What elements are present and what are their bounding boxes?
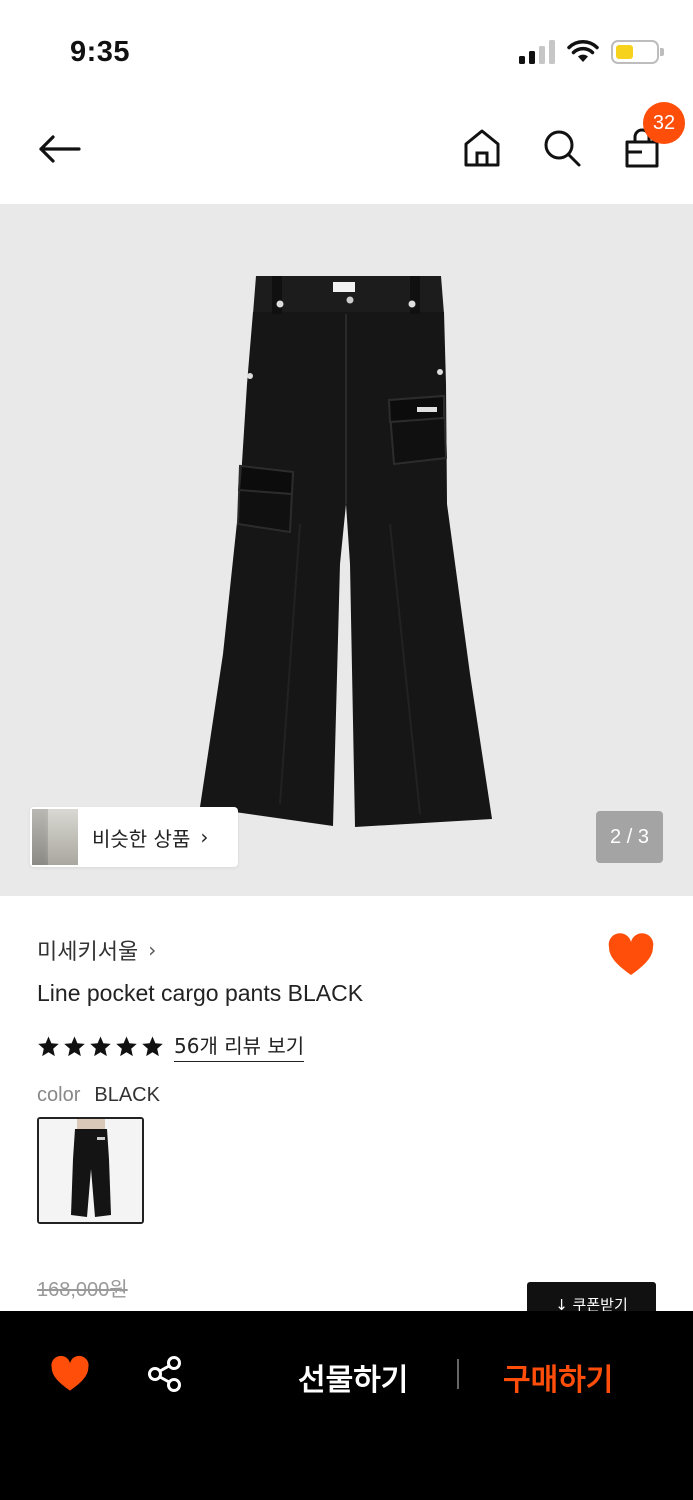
nav-actions: 32: [461, 102, 685, 172]
review-link[interactable]: 56개 리뷰 보기: [174, 1030, 305, 1062]
gift-button[interactable]: 선물하기: [298, 1355, 408, 1399]
product-image-gallery[interactable]: 비슷한 상품 › 2 / 3: [0, 204, 693, 896]
color-value: BLACK: [94, 1084, 160, 1106]
top-nav: 32: [0, 100, 693, 204]
color-row: color BLACK: [37, 1084, 160, 1107]
star-icon: [90, 1035, 111, 1056]
share-icon[interactable]: [146, 1355, 184, 1393]
color-option-black[interactable]: [37, 1117, 144, 1224]
wifi-icon: [567, 40, 599, 62]
cart-count-badge: 32: [643, 102, 685, 144]
bottom-action-bar: 선물하기 구매하기: [0, 1311, 693, 1500]
star-icon: [64, 1035, 85, 1056]
similar-products-thumbnail: [30, 807, 92, 867]
similar-products-label: 비슷한 상품: [92, 826, 191, 851]
battery-icon: [611, 40, 664, 64]
star-icon: [116, 1035, 137, 1056]
rating-stars: [37, 1035, 164, 1058]
status-icons: [519, 40, 664, 64]
home-icon: [464, 129, 500, 167]
star-icon: [38, 1035, 59, 1056]
status-time: 9:35: [70, 36, 131, 68]
status-bar: 9:35: [0, 0, 693, 100]
chevron-right-icon: ›: [200, 825, 209, 849]
wishlist-heart-icon[interactable]: [50, 1355, 90, 1393]
wishlist-heart-icon[interactable]: [607, 932, 655, 978]
brand-name: 미세키서울: [37, 940, 139, 965]
back-button[interactable]: [34, 126, 84, 172]
color-option-thumbnail: [39, 1119, 142, 1222]
similar-products-button[interactable]: 비슷한 상품 ›: [30, 807, 238, 867]
product-image-pants: [200, 276, 492, 827]
chevron-right-icon: ›: [148, 938, 157, 962]
original-price: 168,000원: [37, 1279, 128, 1301]
rating-row: 56개 리뷰 보기: [37, 1030, 305, 1062]
image-page-indicator: 2 / 3: [596, 811, 663, 863]
brand-link[interactable]: 미세키서울 ›: [37, 934, 156, 966]
divider: [457, 1359, 459, 1389]
search-button[interactable]: [541, 124, 583, 172]
search-icon: [544, 130, 581, 167]
star-icon: [142, 1035, 163, 1056]
cart-button[interactable]: 32: [621, 102, 685, 172]
color-label: color: [37, 1084, 81, 1106]
back-arrow-icon: [39, 135, 81, 163]
product-title: Line pocket cargo pants BLACK: [37, 980, 364, 1006]
home-button[interactable]: [461, 124, 503, 172]
cellular-signal-icon: [519, 40, 555, 64]
buy-button[interactable]: 구매하기: [503, 1355, 613, 1399]
